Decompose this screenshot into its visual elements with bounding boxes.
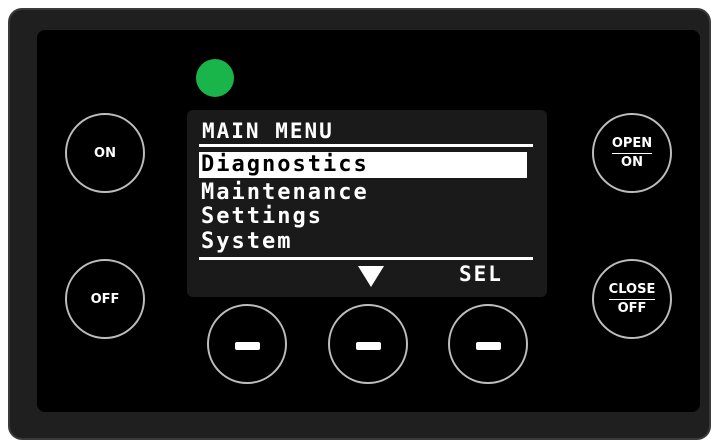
menu-item-settings[interactable]: Settings [199,204,527,230]
open-on-label: OPEN ON [611,136,653,171]
minus-icon [235,342,260,350]
on-button[interactable]: ON [65,113,145,193]
minus-icon [476,342,501,350]
open-on-button[interactable]: OPEN ON [592,113,672,193]
off-button[interactable]: OFF [65,259,145,339]
off-button-label: OFF [90,291,120,307]
close-label: CLOSE [608,282,656,300]
softkey-divider [199,257,533,260]
menu-item-system[interactable]: System [199,229,527,255]
off-label: OFF [617,300,647,316]
softkey-middle-button[interactable] [328,304,408,384]
softkey-left-button[interactable] [207,304,287,384]
close-off-button[interactable]: CLOSE OFF [592,259,672,339]
triangle-down-icon [358,266,384,287]
on-label: ON [621,154,643,170]
minus-icon [356,342,381,350]
screen-title: MAIN MENU [202,119,334,143]
close-off-label: CLOSE OFF [608,282,656,317]
menu-item-diagnostics[interactable]: Diagnostics [199,152,527,178]
title-divider [199,144,533,147]
softkey-right-button[interactable] [448,304,528,384]
on-button-label: ON [94,145,116,161]
lcd-display: MAIN MENU Diagnostics Maintenance Settin… [187,110,547,297]
open-label: OPEN [611,136,653,154]
softkey-select-label: SEL [459,262,503,286]
menu-item-maintenance[interactable]: Maintenance [199,180,527,206]
status-led-icon [196,59,234,97]
